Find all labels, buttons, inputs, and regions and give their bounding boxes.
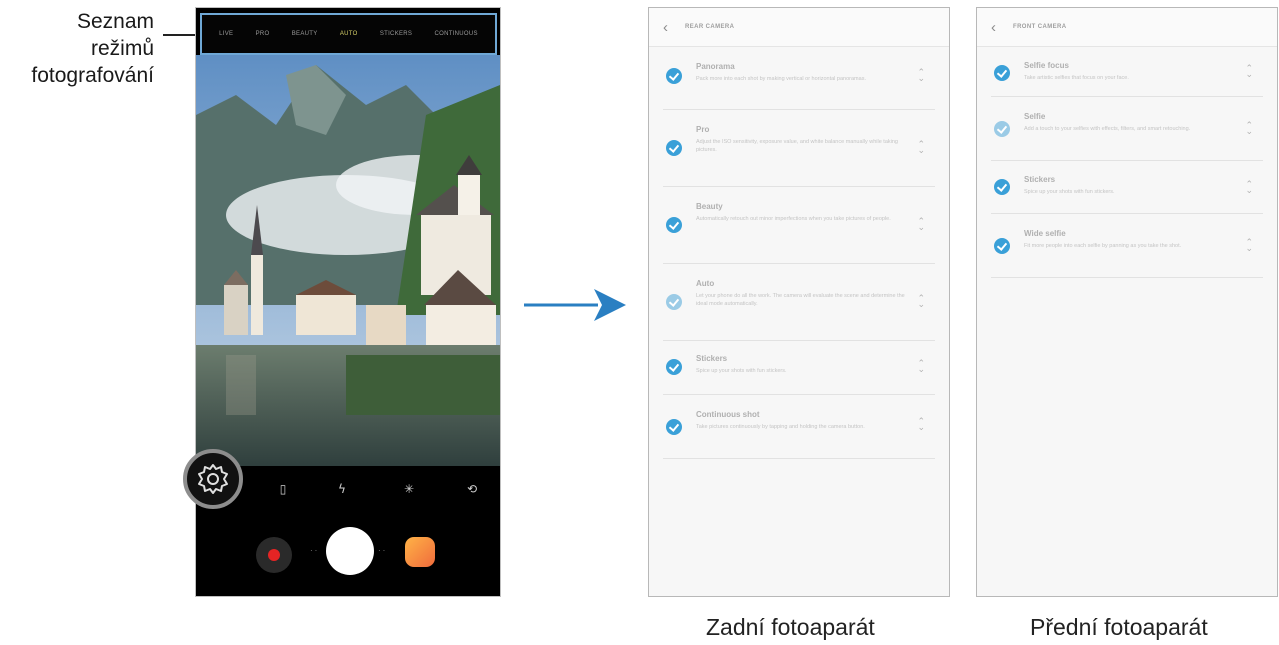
list-item[interactable]: Auto Let your phone do all the work. The… (663, 264, 935, 341)
mode-pro[interactable]: PRO (256, 31, 270, 37)
list-item[interactable]: Selfie focus Take artistic selfies that … (991, 47, 1263, 97)
front-camera-caption: Přední fotoaparát (1030, 614, 1208, 640)
reorder-handle-icon[interactable]: ⌃ ⌄ (1245, 181, 1253, 196)
reorder-handle-icon[interactable]: ⌃ ⌄ (1245, 65, 1253, 80)
item-title: Beauty (696, 202, 723, 211)
mode-beauty[interactable]: BEAUTY (292, 31, 318, 37)
back-arrow-icon[interactable]: ‹ (991, 19, 1013, 36)
item-title: Pro (696, 125, 710, 134)
checkbox-checked-icon[interactable] (666, 419, 682, 435)
checkbox-checked-icon[interactable] (666, 68, 682, 84)
item-title: Selfie focus (1024, 61, 1069, 70)
back-arrow-icon[interactable]: ‹ (663, 19, 685, 36)
shutter-dots-left: ·· (310, 546, 320, 555)
item-description: Fit more people into each selfie by pann… (1024, 243, 1182, 249)
list-item[interactable]: Pro Adjust the ISO sensitivity, exposure… (663, 110, 935, 187)
bixby-vision-button[interactable] (405, 537, 435, 567)
item-description: Spice up your shots with fun stickers. (696, 368, 787, 374)
shutter-dots-right: ·· (378, 546, 388, 555)
item-title: Stickers (1024, 175, 1056, 184)
item-title: Continuous shot (696, 410, 760, 419)
shutter-button[interactable] (326, 527, 374, 575)
item-title: Panorama (696, 62, 735, 71)
item-title: Wide selfie (1024, 229, 1066, 238)
list-item[interactable]: Stickers Spice up your shots with fun st… (663, 341, 935, 395)
checkbox-locked-icon (666, 294, 682, 310)
rear-camera-caption: Zadní fotoaparát (706, 614, 875, 640)
list-item[interactable]: Beauty Automatically retouch out minor i… (663, 187, 935, 264)
reorder-handle-icon[interactable]: ⌃ ⌄ (917, 69, 925, 84)
mode-auto[interactable]: AUTO (340, 31, 358, 37)
checkbox-checked-icon[interactable] (994, 65, 1010, 81)
list-item[interactable]: Continuous shot Take pictures continuous… (663, 395, 935, 459)
checkbox-checked-icon[interactable] (666, 217, 682, 233)
camera-phone-screen: LIVE PRO BEAUTY AUTO STICKERS CONTINUOUS (195, 7, 501, 597)
list-item[interactable]: Wide selfie Fit more people into each se… (991, 214, 1263, 278)
checkbox-locked-icon (994, 121, 1010, 137)
record-video-button[interactable] (256, 537, 292, 573)
checkbox-checked-icon[interactable] (666, 359, 682, 375)
item-title: Selfie (1024, 112, 1046, 121)
item-title: Stickers (696, 354, 728, 363)
flash-off-icon[interactable]: ϟ (331, 478, 353, 500)
item-description: Adjust the ISO sensitivity, exposure val… (696, 139, 898, 153)
list-item[interactable]: Selfie Add a touch to your selfies with … (991, 97, 1263, 161)
item-description: Automatically retouch out minor imperfec… (696, 216, 891, 222)
annotation-line-3: fotografování (31, 64, 154, 87)
mode-stickers[interactable]: STICKERS (380, 31, 412, 37)
reorder-handle-icon[interactable]: ⌃ ⌄ (1245, 239, 1253, 254)
annotation-callout-line (163, 34, 197, 36)
item-description: Add a touch to your selfies with effects… (1024, 126, 1191, 132)
settings-icon (198, 464, 228, 494)
rear-panel-header: ‹ REAR CAMERA (649, 8, 949, 47)
list-item[interactable]: Stickers Spice up your shots with fun st… (991, 161, 1263, 214)
checkbox-checked-icon[interactable] (994, 238, 1010, 254)
mode-continuous[interactable]: CONTINUOUS (434, 31, 477, 37)
item-title: Auto (696, 279, 715, 288)
reorder-handle-icon[interactable]: ⌃ ⌄ (917, 360, 925, 375)
item-description: Take artistic selfies that focus on your… (1024, 75, 1129, 81)
page-title: FRONT CAMERA (1013, 24, 1067, 30)
annotation-line-1: Seznam (76, 10, 154, 33)
list-item[interactable]: Panorama Pack more into each shot by mak… (663, 47, 935, 110)
lake-village-preview-image (196, 55, 500, 466)
reorder-handle-icon[interactable]: ⌃ ⌄ (917, 418, 925, 433)
front-camera-settings-panel: ‹ FRONT CAMERA Selfie focus Take artisti… (976, 7, 1278, 597)
mode-live[interactable]: LIVE (219, 31, 233, 37)
arrow-icon (524, 289, 626, 321)
item-description: Let your phone do all the work. The came… (696, 293, 905, 307)
item-description: Spice up your shots with fun stickers. (1024, 189, 1115, 195)
effects-icon[interactable]: ✳ (398, 478, 420, 500)
aspect-ratio-icon[interactable]: ▯ (272, 478, 294, 500)
mode-list-annotation: Seznam režimů fotografování (0, 8, 154, 89)
front-panel-header: ‹ FRONT CAMERA (977, 8, 1277, 47)
record-icon (268, 549, 280, 561)
settings-button[interactable] (183, 449, 243, 509)
checkbox-checked-icon[interactable] (666, 140, 682, 156)
page-title: REAR CAMERA (685, 24, 735, 30)
shooting-mode-list: LIVE PRO BEAUTY AUTO STICKERS CONTINUOUS (200, 13, 497, 55)
annotation-line-2: režimů (90, 37, 154, 60)
camera-preview[interactable] (196, 55, 500, 466)
item-description: Pack more into each shot by making verti… (696, 76, 866, 82)
item-description: Take pictures continuously by tapping an… (696, 424, 865, 430)
switch-camera-icon[interactable]: ⟲ (461, 478, 483, 500)
reorder-handle-icon[interactable]: ⌃ ⌄ (1245, 122, 1253, 137)
reorder-handle-icon[interactable]: ⌃ ⌄ (917, 218, 925, 233)
reorder-handle-icon[interactable]: ⌃ ⌄ (917, 295, 925, 310)
reorder-handle-icon[interactable]: ⌃ ⌄ (917, 141, 925, 156)
checkbox-checked-icon[interactable] (994, 179, 1010, 195)
capture-controls: ·· ·· (196, 518, 500, 596)
rear-camera-settings-panel: ‹ REAR CAMERA Panorama Pack more into ea… (648, 7, 950, 597)
